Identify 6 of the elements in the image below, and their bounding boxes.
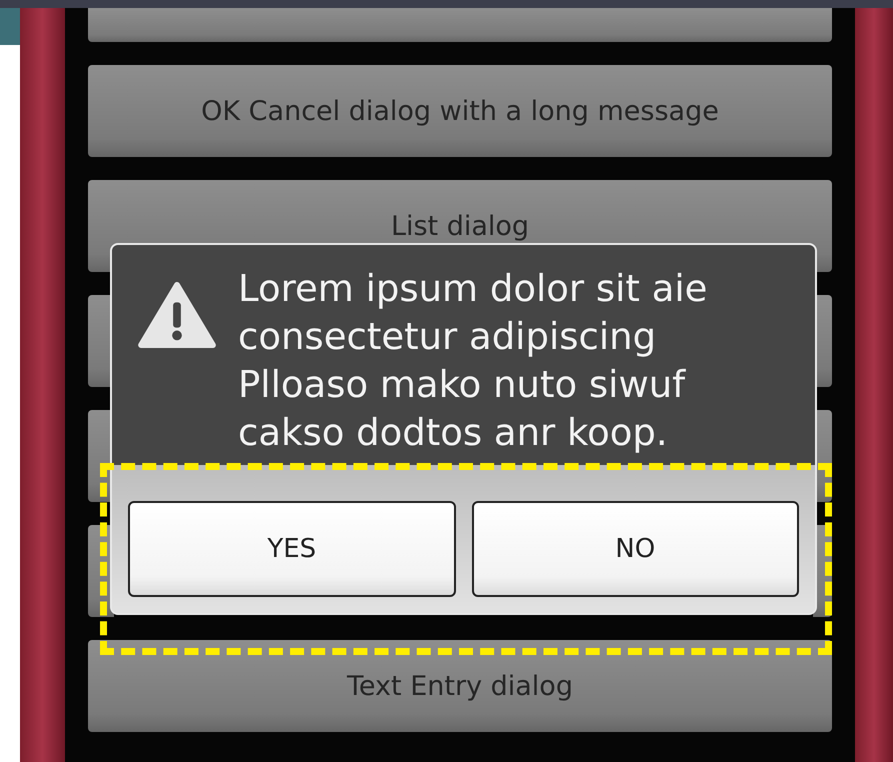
- warning-icon: [138, 281, 216, 349]
- dialog-button[interactable]: NO: [472, 501, 799, 597]
- dialog-button[interactable]: YES: [128, 501, 456, 597]
- desktop-tile: [0, 8, 20, 45]
- menu-button[interactable]: Text Entry dialog: [88, 640, 832, 732]
- menu-button[interactable]: OK Cancel dialog with a long message: [88, 65, 832, 157]
